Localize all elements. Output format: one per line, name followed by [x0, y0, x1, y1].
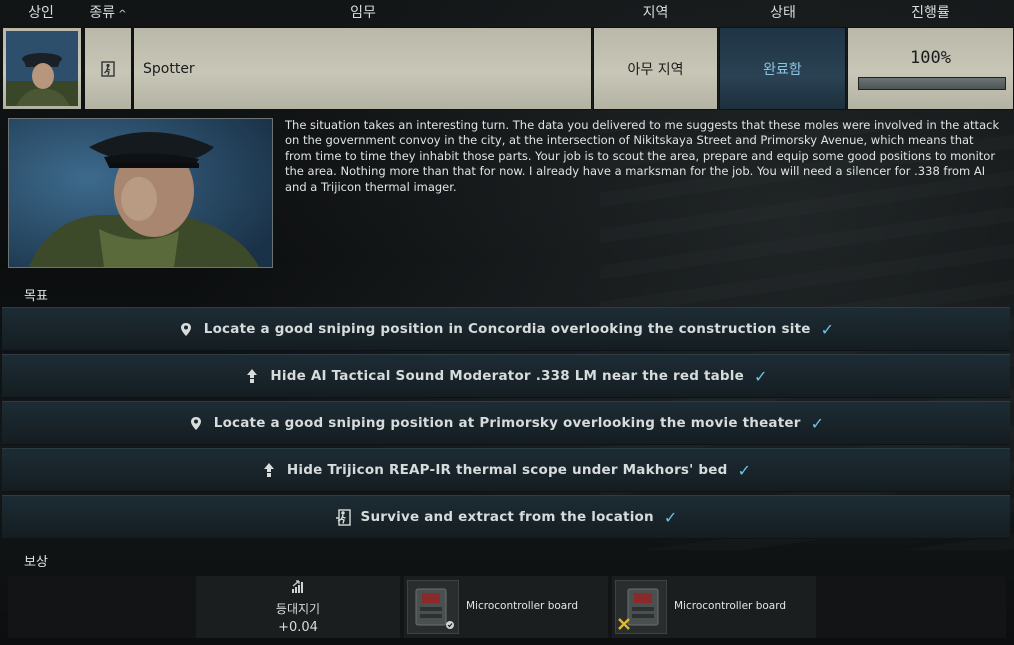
- circuit-board-icon: [415, 588, 454, 629]
- rewards-label: 보상: [24, 555, 48, 570]
- table-header: 상인 종류 ^ 임무 지역 상태 진행률: [0, 0, 1014, 26]
- item-name: Microcontroller board: [674, 600, 787, 612]
- checkmark-icon: ✓: [663, 507, 678, 527]
- reward-item[interactable]: Microcontroller board: [612, 576, 816, 638]
- trader-portrait-large: [8, 118, 273, 268]
- header-status[interactable]: 상태: [719, 0, 847, 26]
- item-thumbnail: [407, 580, 459, 634]
- quest-row[interactable]: Spotter 아무 지역 완료함 100%: [0, 27, 1014, 110]
- header-trader[interactable]: 상인: [0, 0, 82, 26]
- quest-description-panel: The situation takes an interesting turn.…: [0, 112, 1014, 274]
- place-arrow-icon: [244, 368, 260, 384]
- header-location[interactable]: 지역: [592, 0, 719, 26]
- objective-row[interactable]: Locate a good sniping position at Primor…: [2, 401, 1010, 445]
- progress-percent: 100%: [910, 48, 951, 68]
- trader-portrait-small: [6, 31, 78, 106]
- progress-bar: [858, 77, 1006, 90]
- exit-icon: [335, 508, 351, 526]
- objective-row[interactable]: Hide AI Tactical Sound Moderator .338 LM…: [2, 354, 1010, 398]
- header-type[interactable]: 종류 ^: [82, 0, 134, 26]
- reputation-trader-name: 등대지기: [275, 602, 321, 616]
- circuit-board-icon: [618, 588, 659, 630]
- quest-type-cell: [84, 27, 132, 110]
- objectives-label: 목표: [24, 289, 48, 304]
- location-pin-icon: [178, 321, 194, 337]
- trader-portrait-cell: [2, 27, 82, 110]
- reputation-reward[interactable]: 등대지기 +0.04: [196, 576, 400, 638]
- checkmark-icon: ✓: [810, 413, 825, 433]
- quest-location: 아무 지역: [593, 27, 718, 110]
- place-arrow-icon: [261, 462, 277, 478]
- progress-cell: 100%: [847, 27, 1014, 110]
- quest-description-text: The situation takes an interesting turn.…: [285, 118, 1000, 194]
- progress-bar-fill: [859, 78, 1005, 89]
- checkmark-icon: ✓: [753, 366, 768, 386]
- quest-name[interactable]: Spotter: [133, 27, 592, 110]
- checkmark-icon: ✓: [737, 460, 752, 480]
- objective-text: Locate a good sniping position at Primor…: [213, 415, 801, 431]
- reputation-bars-icon: [292, 580, 303, 593]
- header-quest[interactable]: 임무: [134, 0, 592, 26]
- objective-text: Hide AI Tactical Sound Moderator .338 LM…: [270, 368, 744, 384]
- item-name: Microcontroller board: [466, 600, 579, 612]
- reward-item[interactable]: Microcontroller board: [404, 576, 608, 638]
- rewards-row: 등대지기 +0.04 Microcontroller board Microco…: [8, 576, 1006, 638]
- reputation-value: +0.04: [278, 620, 318, 635]
- exit-type-icon: [101, 60, 115, 77]
- header-type-label: 종류: [89, 5, 116, 21]
- sort-ascending-icon: ^: [118, 9, 127, 20]
- item-thumbnail: [615, 580, 667, 634]
- objective-row[interactable]: Survive and extract from the location ✓: [2, 495, 1010, 539]
- header-progress[interactable]: 진행률: [847, 0, 1014, 26]
- checkmark-icon: ✓: [820, 319, 835, 339]
- objective-row[interactable]: Hide Trijicon REAP-IR thermal scope unde…: [2, 448, 1010, 492]
- quest-status: 완료함: [719, 27, 846, 110]
- objective-text: Survive and extract from the location: [360, 509, 654, 525]
- objective-row[interactable]: Locate a good sniping position in Concor…: [2, 307, 1010, 351]
- objective-text: Hide Trijicon REAP-IR thermal scope unde…: [286, 462, 728, 478]
- location-pin-icon: [188, 415, 204, 431]
- objective-text: Locate a good sniping position in Concor…: [203, 321, 811, 337]
